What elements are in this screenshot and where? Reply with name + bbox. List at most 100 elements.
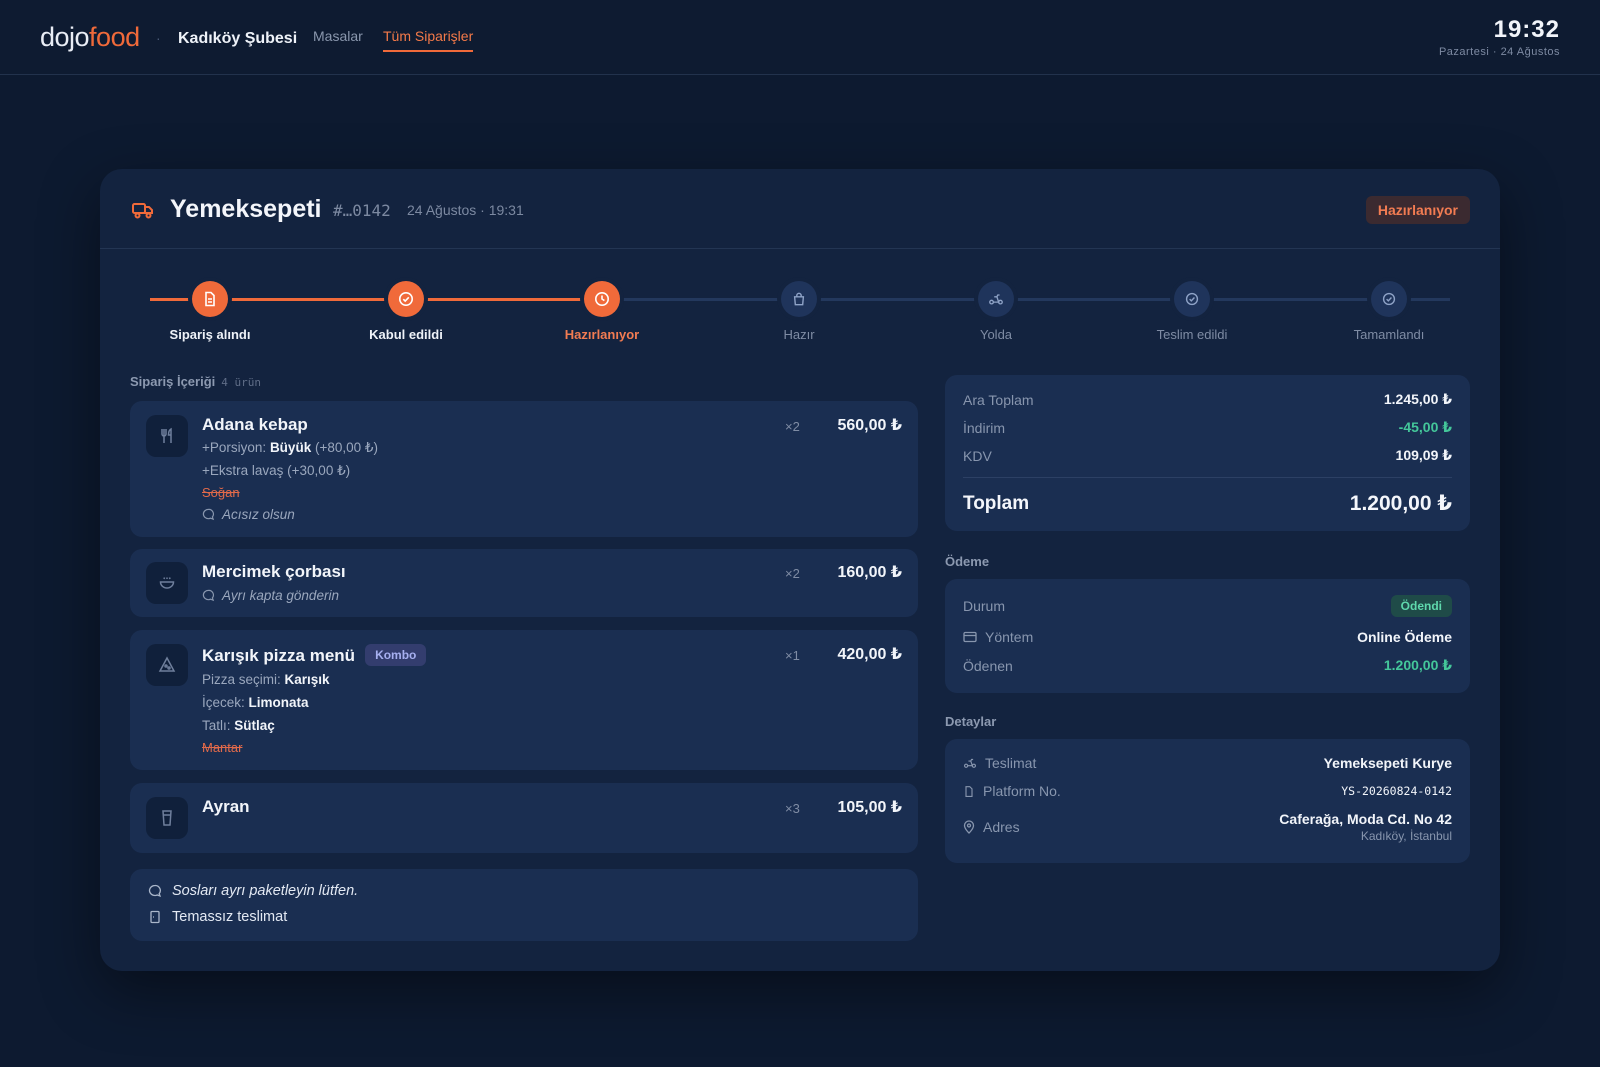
door-icon	[150, 910, 160, 924]
payment-status-row: Durum Ödendi	[963, 595, 1452, 617]
payment-method-row: Yöntem Online Ödeme	[963, 629, 1452, 645]
branch-name[interactable]: Kadıköy Şubesi	[178, 30, 297, 48]
check-circle-icon	[399, 292, 413, 306]
combo-choice: Tatlı: Sütlaç	[202, 718, 275, 733]
top-bar: dojofood · Kadıköy Şubesi Masalar Tüm Si…	[0, 0, 1600, 75]
comment-icon	[202, 508, 215, 521]
item-thumbnail	[146, 644, 188, 686]
totals-panel: Ara Toplam 1.245,00 ₺ İndirim -45,00 ₺ KDV…	[945, 375, 1470, 531]
brand-logo[interactable]: dojofood	[40, 22, 140, 53]
step-label: Hazır	[783, 327, 815, 342]
order-datetime: 24 Ağustos · 19:31	[407, 202, 524, 218]
check-circle-icon	[1185, 292, 1199, 306]
document-icon	[965, 785, 973, 797]
payment-title: Ödeme	[945, 554, 990, 569]
total-row: Toplam 1.200,00 ₺	[963, 492, 1452, 515]
order-item-ayran[interactable]: Ayran ×3 105,00 ₺	[130, 783, 918, 853]
order-number: #…0142	[333, 201, 391, 220]
nav-tab-tables[interactable]: Masalar	[313, 28, 363, 44]
order-content-title: Sipariş İçeriği 4 ürün	[130, 374, 262, 389]
order-item-mercimek-corbasi[interactable]: Mercimek çorbası ×2 160,00 ₺ Ayrı kapta …	[130, 549, 918, 617]
item-note: Ayrı kapta gönderin	[202, 588, 339, 603]
step-on-the-way: Yolda	[926, 281, 1066, 342]
document-icon	[205, 291, 215, 307]
bowl-icon	[159, 577, 175, 589]
cup-icon	[162, 810, 172, 826]
item-quantity: ×2	[785, 566, 800, 581]
order-detail-card: Yemeksepeti #…0142 24 Ağustos · 19:31 Ha…	[100, 169, 1500, 971]
item-thumbnail	[146, 415, 188, 457]
step-label: Kabul edildi	[369, 327, 443, 342]
separator: ·	[156, 30, 161, 46]
map-pin-icon	[963, 820, 975, 834]
combo-choice: İçecek: Limonata	[202, 695, 309, 710]
item-price: 105,00 ₺	[837, 799, 902, 816]
item-removed-ingredient: Soğan	[202, 485, 240, 500]
order-note: Sosları ayrı paketleyin lütfen.	[148, 883, 358, 899]
item-count: 4 ürün	[221, 376, 262, 389]
delivery-row: Teslimat Yemeksepeti Kurye	[963, 755, 1452, 771]
step-label: Sipariş alındı	[169, 327, 251, 342]
status-badge: Hazırlanıyor	[1365, 196, 1470, 224]
step-delivered: Teslim edildi	[1122, 281, 1262, 342]
item-modifier: +Porsiyon: Büyük (+80,00 ₺)	[202, 440, 378, 455]
payment-panel: Durum Ödendi Yöntem Online Ödeme Ödenen 1.…	[945, 579, 1470, 693]
address-line-1: Caferağa, Moda Cd. No 42	[1279, 811, 1452, 827]
platform-number-row: Platform No. YS-20260824-0142	[963, 783, 1452, 799]
item-modifier: +Ekstra lavaş (+30,00 ₺)	[202, 463, 351, 478]
tax-row: KDV 109,09 ₺	[963, 447, 1452, 464]
comment-icon	[148, 884, 162, 898]
platform-name: Yemeksepeti	[170, 195, 322, 223]
item-note: Acısız olsun	[202, 507, 295, 522]
address-line-2: Kadıköy, İstanbul	[1360, 829, 1452, 843]
details-panel: Teslimat Yemeksepeti Kurye Platform No. …	[945, 739, 1470, 863]
item-name: Mercimek çorbası	[202, 562, 346, 581]
item-price: 420,00 ₺	[837, 646, 902, 663]
order-header: Yemeksepeti #…0142 24 Ağustos · 19:31 Ha…	[100, 169, 1500, 249]
utensils-icon	[161, 427, 172, 443]
step-accepted: Kabul edildi	[336, 281, 476, 342]
nav-tab-all-orders[interactable]: Tüm Siparişler	[383, 28, 474, 52]
clock-icon	[595, 292, 609, 306]
bag-icon	[793, 292, 805, 306]
scooter-icon	[989, 294, 1003, 305]
step-label: Tamamlandı	[1353, 327, 1425, 342]
item-removed-ingredient: Mantar	[202, 740, 243, 755]
item-thumbnail	[146, 562, 188, 604]
item-price: 560,00 ₺	[837, 417, 902, 434]
paid-badge: Ödendi	[1390, 595, 1452, 617]
step-ready: Hazır	[729, 281, 869, 342]
address-row: Adres Caferağa, Moda Cd. No 42 Kadıköy, …	[963, 811, 1452, 843]
step-preparing: Hazırlanıyor	[532, 281, 672, 342]
item-name: Ayran	[202, 797, 250, 816]
subtotal-row: Ara Toplam 1.245,00 ₺	[963, 391, 1452, 408]
check-circle-icon	[1382, 292, 1396, 306]
details-title: Detaylar	[945, 714, 997, 729]
combo-choice: Pizza seçimi: Karışık	[202, 672, 330, 687]
order-progress-stepper: Sipariş alındı Kabul edildi Hazırlanıyor…	[100, 269, 1500, 349]
item-price: 160,00 ₺	[837, 564, 902, 581]
step-label: Teslim edildi	[1156, 327, 1228, 342]
step-label: Hazırlanıyor	[564, 327, 640, 342]
contactless-delivery: Temassız teslimat	[148, 909, 287, 925]
item-thumbnail	[146, 797, 188, 839]
item-name: Adana kebap	[202, 415, 308, 434]
order-notes: Sosları ayrı paketleyin lütfen. Temassız…	[130, 869, 918, 941]
step-completed: Tamamlandı	[1319, 281, 1459, 342]
item-quantity: ×1	[785, 648, 800, 663]
divider	[963, 477, 1452, 478]
combo-badge: Kombo	[365, 644, 427, 666]
step-label: Yolda	[979, 327, 1013, 342]
comment-icon	[202, 589, 215, 602]
item-quantity: ×3	[785, 801, 800, 816]
item-quantity: ×2	[785, 419, 800, 434]
item-name: Karışık pizza menü Kombo	[202, 644, 427, 666]
order-item-karisik-pizza-menu[interactable]: Karışık pizza menü Kombo ×1 420,00 ₺ Pizz…	[130, 630, 918, 770]
clock-date: Pazartesi · 24 Ağustos	[1438, 46, 1560, 58]
truck-icon	[132, 203, 153, 219]
clock-time: 19:32	[1493, 16, 1560, 43]
pizza-icon	[158, 656, 176, 672]
step-order-received: Sipariş alındı	[140, 281, 280, 342]
payment-paid-row: Ödenen 1.200,00 ₺	[963, 657, 1452, 674]
order-item-adana-kebap[interactable]: Adana kebap ×2 560,00 ₺ +Porsiyon: Büyük…	[130, 401, 918, 537]
